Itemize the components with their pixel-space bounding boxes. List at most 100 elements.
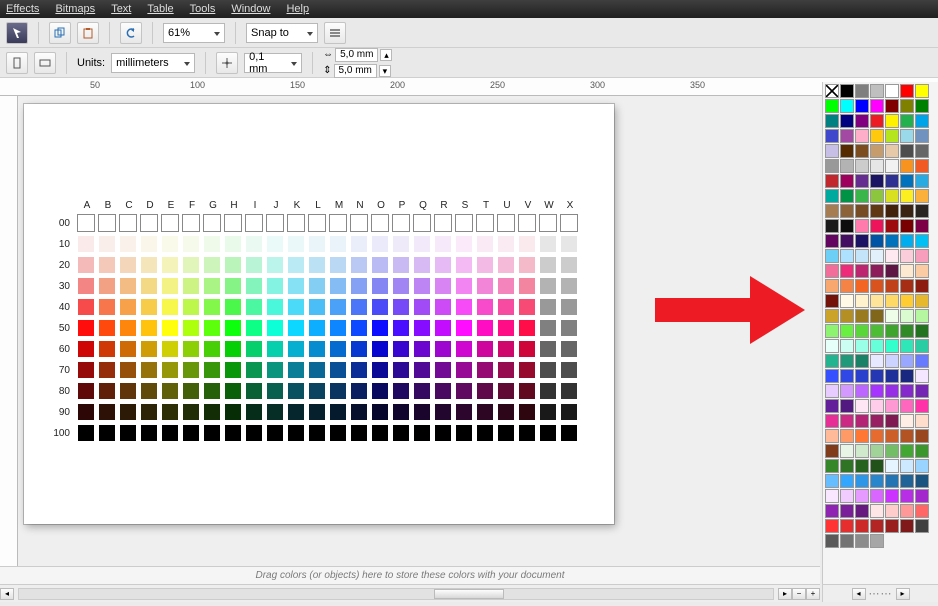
palette-color[interactable] — [915, 159, 929, 173]
swatch[interactable] — [413, 298, 431, 316]
palette-color[interactable] — [840, 144, 854, 158]
swatch[interactable] — [350, 382, 368, 400]
swatch[interactable] — [329, 340, 347, 358]
palette-color[interactable] — [825, 429, 839, 443]
palette-color[interactable] — [840, 339, 854, 353]
palette-color[interactable] — [900, 99, 914, 113]
palette-color[interactable] — [825, 369, 839, 383]
swatch[interactable] — [392, 403, 410, 421]
palette-color[interactable] — [870, 324, 884, 338]
dup-x-value[interactable]: 5,0 mm — [335, 48, 378, 62]
palette-color[interactable] — [840, 114, 854, 128]
palette-color[interactable] — [825, 504, 839, 518]
palette-color[interactable] — [825, 534, 839, 548]
palette-color[interactable] — [870, 474, 884, 488]
palette-color[interactable] — [915, 339, 929, 353]
palette-color[interactable] — [900, 354, 914, 368]
palette-color[interactable] — [885, 189, 899, 203]
swatch[interactable] — [203, 361, 221, 379]
palette-color[interactable] — [915, 189, 929, 203]
orientation-landscape-icon[interactable] — [34, 52, 56, 74]
swatch[interactable] — [140, 424, 158, 442]
palette-color[interactable] — [915, 279, 929, 293]
swatch[interactable] — [329, 319, 347, 337]
swatch[interactable] — [287, 298, 305, 316]
palette-color[interactable] — [855, 354, 869, 368]
menu-tools[interactable]: Tools — [190, 3, 216, 15]
palette-color[interactable] — [840, 174, 854, 188]
palette-color[interactable] — [825, 519, 839, 533]
swatch[interactable] — [371, 256, 389, 274]
palette-color[interactable] — [900, 84, 914, 98]
swatch[interactable] — [245, 403, 263, 421]
spinner-icon[interactable]: ▴ — [380, 49, 392, 61]
swatch[interactable] — [224, 277, 242, 295]
swatch[interactable] — [518, 256, 536, 274]
swatch[interactable] — [329, 277, 347, 295]
swatch[interactable] — [392, 340, 410, 358]
swatch[interactable] — [350, 424, 368, 442]
palette-color[interactable] — [840, 279, 854, 293]
palette-color[interactable] — [855, 114, 869, 128]
swatch[interactable] — [371, 235, 389, 253]
palette-color[interactable] — [900, 429, 914, 443]
swatch[interactable] — [77, 256, 95, 274]
palette-color[interactable] — [885, 99, 899, 113]
palette-color[interactable] — [870, 354, 884, 368]
units-combo[interactable]: millimeters — [111, 53, 195, 73]
swatch[interactable] — [203, 235, 221, 253]
document-colors-bar[interactable]: Drag colors (or objects) here to store t… — [0, 566, 820, 584]
swatch[interactable] — [119, 319, 137, 337]
palette-color[interactable] — [840, 129, 854, 143]
palette-color[interactable] — [825, 249, 839, 263]
palette-color[interactable] — [825, 114, 839, 128]
palette-color[interactable] — [885, 144, 899, 158]
swatch[interactable] — [518, 382, 536, 400]
palette-color[interactable] — [855, 399, 869, 413]
swatch[interactable] — [182, 382, 200, 400]
palette-color[interactable] — [870, 219, 884, 233]
swatch[interactable] — [539, 235, 557, 253]
palette-color[interactable] — [855, 339, 869, 353]
palette-color[interactable] — [900, 129, 914, 143]
swatch[interactable] — [140, 382, 158, 400]
swatch[interactable] — [560, 340, 578, 358]
swatch[interactable] — [539, 256, 557, 274]
swatch[interactable] — [98, 277, 116, 295]
palette-color[interactable] — [825, 444, 839, 458]
palette-color[interactable] — [900, 504, 914, 518]
spinner-icon[interactable]: ▾ — [379, 65, 391, 77]
swatch[interactable] — [245, 361, 263, 379]
swatch[interactable] — [476, 382, 494, 400]
swatch[interactable] — [434, 256, 452, 274]
swatch[interactable] — [497, 298, 515, 316]
swatch[interactable] — [455, 340, 473, 358]
swatch[interactable] — [539, 361, 557, 379]
swatch[interactable] — [518, 277, 536, 295]
swatch[interactable] — [371, 214, 389, 232]
palette-color[interactable] — [870, 204, 884, 218]
palette-color[interactable] — [840, 444, 854, 458]
swatch[interactable] — [350, 340, 368, 358]
swatch[interactable] — [140, 403, 158, 421]
swatch[interactable] — [413, 361, 431, 379]
swatch[interactable] — [539, 424, 557, 442]
swatch[interactable] — [287, 403, 305, 421]
swatch[interactable] — [182, 256, 200, 274]
swatch[interactable] — [455, 403, 473, 421]
swatch[interactable] — [329, 361, 347, 379]
swatch[interactable] — [560, 424, 578, 442]
swatch[interactable] — [161, 424, 179, 442]
palette-color[interactable] — [900, 114, 914, 128]
palette-color[interactable] — [915, 114, 929, 128]
palette-color[interactable] — [840, 369, 854, 383]
swatch[interactable] — [539, 214, 557, 232]
palette-color[interactable] — [870, 189, 884, 203]
swatch[interactable] — [518, 214, 536, 232]
swatch[interactable] — [203, 319, 221, 337]
swatch[interactable] — [413, 319, 431, 337]
swatch[interactable] — [476, 319, 494, 337]
palette-color[interactable] — [855, 99, 869, 113]
swatch[interactable] — [455, 361, 473, 379]
palette-color[interactable] — [915, 444, 929, 458]
